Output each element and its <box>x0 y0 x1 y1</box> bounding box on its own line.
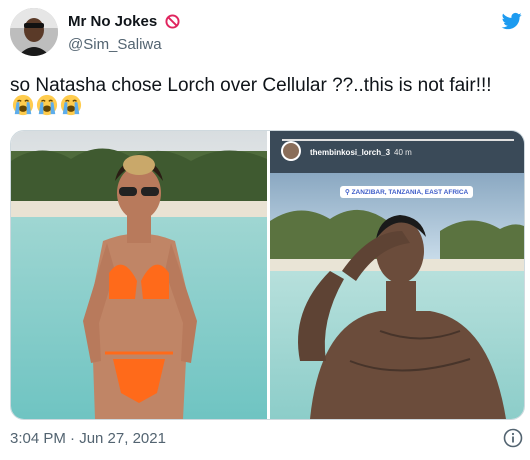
photo-right[interactable]: thembinkosi_lorch_3 40 m ⚲ ZANZIBAR, TANZ… <box>270 131 524 419</box>
loudly-crying-face-icon <box>12 94 34 116</box>
avatar[interactable] <box>10 8 58 56</box>
display-name[interactable]: Mr No Jokes <box>68 13 157 30</box>
no-entry-icon <box>165 14 180 29</box>
photo-left[interactable] <box>11 131 267 419</box>
ig-username-text: thembinkosi_lorch_3 <box>310 148 391 157</box>
ig-time: 40 m <box>394 148 412 157</box>
location-sticker: ⚲ ZANZIBAR, TANZANIA, EAST AFRICA <box>340 186 474 198</box>
tweet-text: so Natasha chose Lorch over Cellular ??.… <box>10 75 492 96</box>
twitter-bird-icon[interactable] <box>501 11 523 31</box>
timestamp[interactable]: 3:04 PM · Jun 27, 2021 <box>10 430 166 447</box>
tweet-footer: 3:04 PM · Jun 27, 2021 <box>10 428 525 450</box>
location-pin-icon: ⚲ <box>345 189 352 196</box>
location-text: ZANZIBAR, TANZANIA, EAST AFRICA <box>351 189 469 196</box>
loudly-crying-face-icon <box>36 94 58 116</box>
loudly-crying-face-icon <box>60 94 82 116</box>
tweet-header: Mr No Jokes @Sim_Saliwa <box>10 8 525 60</box>
author-names: Mr No Jokes @Sim_Saliwa <box>68 13 180 53</box>
tweet-card: Mr No Jokes @Sim_Saliwa so Natasha chose… <box>0 0 530 460</box>
media-grid: thembinkosi_lorch_3 40 m ⚲ ZANZIBAR, TANZ… <box>10 130 525 420</box>
handle[interactable]: @Sim_Saliwa <box>68 36 180 53</box>
ig-username: thembinkosi_lorch_3 40 m <box>310 148 412 157</box>
info-icon[interactable] <box>503 428 523 448</box>
emoji-row <box>12 94 84 118</box>
